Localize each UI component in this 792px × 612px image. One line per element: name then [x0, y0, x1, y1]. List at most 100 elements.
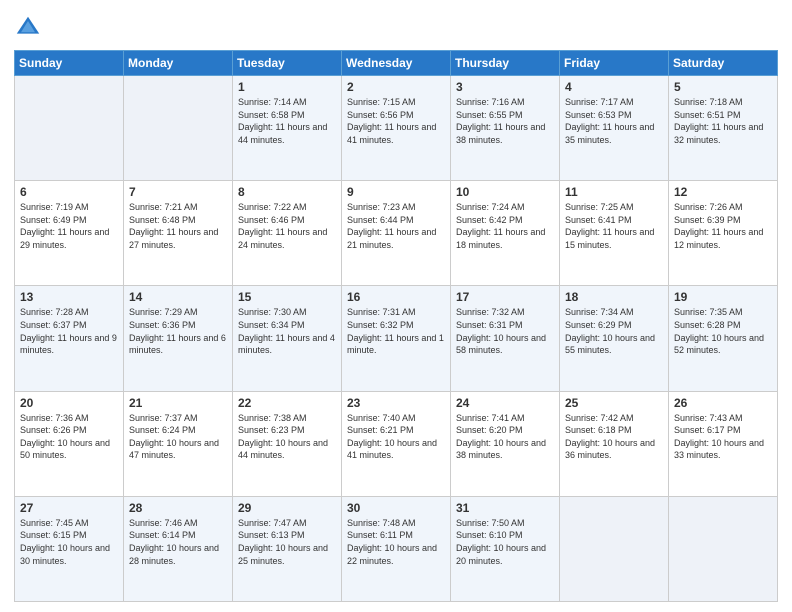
sunset-text: Sunset: 6:17 PM [674, 424, 772, 437]
sunset-text: Sunset: 6:41 PM [565, 214, 663, 227]
day-detail: Sunrise: 7:40 AMSunset: 6:21 PMDaylight:… [347, 412, 445, 462]
sunset-text: Sunset: 6:26 PM [20, 424, 118, 437]
sunrise-text: Sunrise: 7:18 AM [674, 96, 772, 109]
sunrise-text: Sunrise: 7:47 AM [238, 517, 336, 530]
sunrise-text: Sunrise: 7:25 AM [565, 201, 663, 214]
day-detail: Sunrise: 7:25 AMSunset: 6:41 PMDaylight:… [565, 201, 663, 251]
sunrise-text: Sunrise: 7:40 AM [347, 412, 445, 425]
calendar-cell: 11 Sunrise: 7:25 AMSunset: 6:41 PMDayligh… [560, 181, 669, 286]
weekday-header-row: SundayMondayTuesdayWednesdayThursdayFrid… [15, 51, 778, 76]
day-number: 6 [20, 185, 118, 199]
day-detail: Sunrise: 7:16 AMSunset: 6:55 PMDaylight:… [456, 96, 554, 146]
day-detail: Sunrise: 7:36 AMSunset: 6:26 PMDaylight:… [20, 412, 118, 462]
sunset-text: Sunset: 6:36 PM [129, 319, 227, 332]
weekday-wednesday: Wednesday [342, 51, 451, 76]
calendar-cell: 4Sunrise: 7:17 AMSunset: 6:53 PMDaylight… [560, 76, 669, 181]
daylight-text: Daylight: 10 hours and 58 minutes. [456, 332, 554, 357]
calendar-cell: 21Sunrise: 7:37 AMSunset: 6:24 PMDayligh… [124, 391, 233, 496]
sunset-text: Sunset: 6:51 PM [674, 109, 772, 122]
sunrise-text: Sunrise: 7:35 AM [674, 306, 772, 319]
day-number: 9 [347, 185, 445, 199]
calendar-week-5: 27 Sunrise: 7:45 AMSunset: 6:15 PMDayligh… [15, 496, 778, 601]
calendar-cell: 27 Sunrise: 7:45 AMSunset: 6:15 PMDayligh… [15, 496, 124, 601]
logo [14, 14, 46, 42]
calendar-cell: 31Sunrise: 7:50 AMSunset: 6:10 PMDayligh… [451, 496, 560, 601]
day-detail: Sunrise: 7:32 AMSunset: 6:31 PMDaylight:… [456, 306, 554, 356]
sunset-text: Sunset: 6:42 PM [456, 214, 554, 227]
day-number: 28 [129, 501, 227, 515]
day-number: 27 [20, 501, 118, 515]
calendar-cell: 9Sunrise: 7:23 AMSunset: 6:44 PMDaylight… [342, 181, 451, 286]
day-detail: Sunrise: 7:41 AMSunset: 6:20 PMDaylight:… [456, 412, 554, 462]
calendar-cell: 26 Sunrise: 7:43 AMSunset: 6:17 PMDayligh… [669, 391, 778, 496]
day-detail: Sunrise: 7:45 AMSunset: 6:15 PMDaylight:… [20, 517, 118, 567]
weekday-saturday: Saturday [669, 51, 778, 76]
day-detail: Sunrise: 7:47 AMSunset: 6:13 PMDaylight:… [238, 517, 336, 567]
calendar-cell: 30Sunrise: 7:48 AMSunset: 6:11 PMDayligh… [342, 496, 451, 601]
day-number: 8 [238, 185, 336, 199]
day-number: 31 [456, 501, 554, 515]
calendar-cell [124, 76, 233, 181]
daylight-text: Daylight: 10 hours and 30 minutes. [20, 542, 118, 567]
sunrise-text: Sunrise: 7:23 AM [347, 201, 445, 214]
calendar-cell: 12Sunrise: 7:26 AMSunset: 6:39 PMDayligh… [669, 181, 778, 286]
day-detail: Sunrise: 7:29 AMSunset: 6:36 PMDaylight:… [129, 306, 227, 356]
daylight-text: Daylight: 11 hours and 29 minutes. [20, 226, 118, 251]
calendar-cell: 18Sunrise: 7:34 AMSunset: 6:29 PMDayligh… [560, 286, 669, 391]
sunset-text: Sunset: 6:39 PM [674, 214, 772, 227]
daylight-text: Daylight: 11 hours and 1 minute. [347, 332, 445, 357]
calendar-cell: 2Sunrise: 7:15 AMSunset: 6:56 PMDaylight… [342, 76, 451, 181]
calendar-cell: 15Sunrise: 7:30 AMSunset: 6:34 PMDayligh… [233, 286, 342, 391]
sunrise-text: Sunrise: 7:43 AM [674, 412, 772, 425]
calendar-cell: 22Sunrise: 7:38 AMSunset: 6:23 PMDayligh… [233, 391, 342, 496]
sunset-text: Sunset: 6:48 PM [129, 214, 227, 227]
sunrise-text: Sunrise: 7:28 AM [20, 306, 118, 319]
logo-icon [14, 14, 42, 42]
day-number: 16 [347, 290, 445, 304]
calendar-cell: 17 Sunrise: 7:32 AMSunset: 6:31 PMDayligh… [451, 286, 560, 391]
day-number: 15 [238, 290, 336, 304]
day-detail: Sunrise: 7:46 AMSunset: 6:14 PMDaylight:… [129, 517, 227, 567]
day-number: 11 [565, 185, 663, 199]
sunrise-text: Sunrise: 7:19 AM [20, 201, 118, 214]
calendar-cell [15, 76, 124, 181]
calendar-cell: 19Sunrise: 7:35 AMSunset: 6:28 PMDayligh… [669, 286, 778, 391]
day-number: 7 [129, 185, 227, 199]
day-number: 26 [674, 396, 772, 410]
daylight-text: Daylight: 11 hours and 38 minutes. [456, 121, 554, 146]
sunset-text: Sunset: 6:21 PM [347, 424, 445, 437]
daylight-text: Daylight: 11 hours and 12 minutes. [674, 226, 772, 251]
calendar-cell: 7Sunrise: 7:21 AMSunset: 6:48 PMDaylight… [124, 181, 233, 286]
day-number: 20 [20, 396, 118, 410]
sunrise-text: Sunrise: 7:17 AM [565, 96, 663, 109]
sunrise-text: Sunrise: 7:48 AM [347, 517, 445, 530]
day-number: 30 [347, 501, 445, 515]
sunset-text: Sunset: 6:28 PM [674, 319, 772, 332]
day-number: 17 [456, 290, 554, 304]
daylight-text: Daylight: 10 hours and 33 minutes. [674, 437, 772, 462]
sunset-text: Sunset: 6:55 PM [456, 109, 554, 122]
daylight-text: Daylight: 10 hours and 25 minutes. [238, 542, 336, 567]
sunrise-text: Sunrise: 7:50 AM [456, 517, 554, 530]
sunrise-text: Sunrise: 7:45 AM [20, 517, 118, 530]
calendar-cell [560, 496, 669, 601]
day-number: 13 [20, 290, 118, 304]
day-number: 12 [674, 185, 772, 199]
daylight-text: Daylight: 10 hours and 20 minutes. [456, 542, 554, 567]
sunset-text: Sunset: 6:58 PM [238, 109, 336, 122]
day-detail: Sunrise: 7:31 AMSunset: 6:32 PMDaylight:… [347, 306, 445, 356]
daylight-text: Daylight: 11 hours and 41 minutes. [347, 121, 445, 146]
day-detail: Sunrise: 7:14 AMSunset: 6:58 PMDaylight:… [238, 96, 336, 146]
daylight-text: Daylight: 11 hours and 6 minutes. [129, 332, 227, 357]
calendar-week-3: 13 Sunrise: 7:28 AMSunset: 6:37 PM Dayligh… [15, 286, 778, 391]
header [14, 10, 778, 42]
sunrise-text: Sunrise: 7:21 AM [129, 201, 227, 214]
sunset-text: Sunset: 6:56 PM [347, 109, 445, 122]
sunrise-text: Sunrise: 7:24 AM [456, 201, 554, 214]
sunset-text: Sunset: 6:37 PM [20, 319, 118, 332]
calendar-cell: 29Sunrise: 7:47 AMSunset: 6:13 PMDayligh… [233, 496, 342, 601]
daylight-text: Daylight: 11 hours and 32 minutes. [674, 121, 772, 146]
sunrise-text: Sunrise: 7:42 AM [565, 412, 663, 425]
daylight-text: Daylight: 10 hours and 44 minutes. [238, 437, 336, 462]
day-detail: Sunrise: 7:17 AMSunset: 6:53 PMDaylight:… [565, 96, 663, 146]
